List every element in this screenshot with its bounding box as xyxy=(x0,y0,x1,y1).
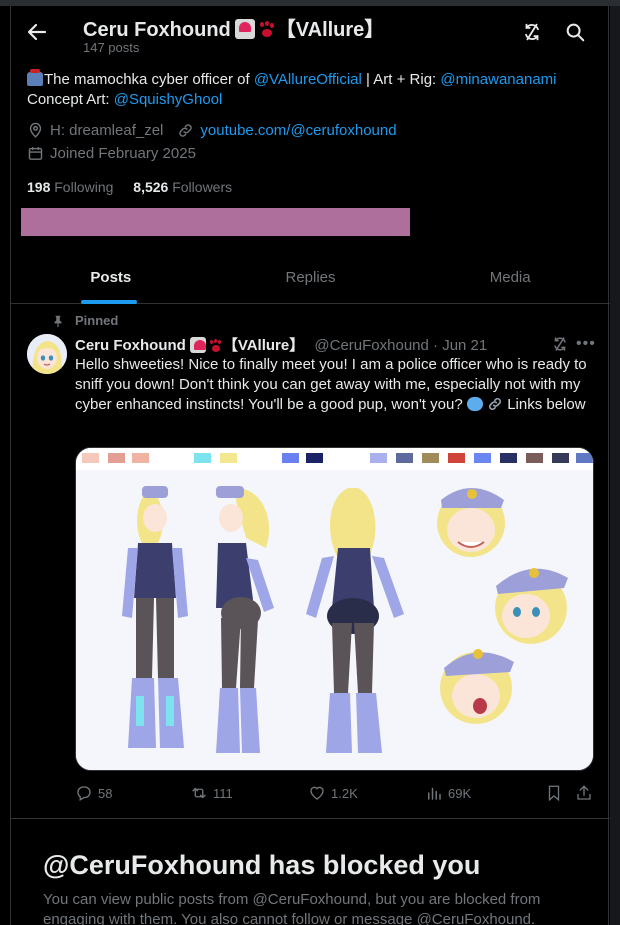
palette-swatch xyxy=(132,453,149,463)
police-car-emoji-icon xyxy=(27,69,43,86)
post-actions: 58 111 1.2K 69K xyxy=(75,784,595,806)
pinned-indicator: Pinned xyxy=(51,313,118,328)
post-author-line: Ceru Foxhound 【VAllure】 @CeruFoxhound · J… xyxy=(75,334,487,355)
mention-vallure-official-link[interactable]: @VAllureOfficial xyxy=(254,71,362,88)
palette-swatch xyxy=(370,453,387,463)
profile-joined-row: Joined February 2025 xyxy=(27,145,196,162)
display-name-suffix: 【VAllure】 xyxy=(275,19,385,41)
bio-line1-mid: | Art + Rig: xyxy=(361,71,441,88)
views-button[interactable]: 69K xyxy=(425,784,471,802)
blocked-notice-title: @CeruFoxhound has blocked you xyxy=(43,850,481,880)
post-media-image[interactable] xyxy=(75,447,594,771)
reply-button[interactable]: 58 xyxy=(75,784,112,802)
share-icon[interactable] xyxy=(575,784,593,802)
following-link[interactable]: 198 Following xyxy=(27,179,113,195)
like-count: 1.2K xyxy=(331,785,358,801)
palette-swatch xyxy=(500,453,517,463)
like-button[interactable]: 1.2K xyxy=(308,784,358,802)
tab-replies[interactable]: Replies xyxy=(211,254,411,303)
post-author-suffix: 【VAllure】 xyxy=(222,337,305,354)
location-pin-icon xyxy=(29,122,42,138)
palette-swatch xyxy=(552,453,569,463)
followers-link[interactable]: 8,526 Followers xyxy=(133,179,232,195)
heart-icon xyxy=(310,786,324,800)
link-icon xyxy=(179,124,193,137)
palette-swatch xyxy=(474,453,491,463)
bio-line2-prefix: Concept Art: xyxy=(27,91,114,108)
palette-swatch xyxy=(448,453,465,463)
sync-icon[interactable] xyxy=(521,21,543,43)
search-icon[interactable] xyxy=(564,21,586,43)
palette-swatch xyxy=(194,453,211,463)
views-bar-chart-icon xyxy=(428,787,441,800)
palette-swatch xyxy=(306,453,323,463)
profile-website-link[interactable]: youtube.com/@cerufoxhound xyxy=(200,122,396,139)
post-text: Hello shweeties! Nice to finally meet yo… xyxy=(75,355,597,415)
palette-swatch xyxy=(82,453,99,463)
tab-posts[interactable]: Posts xyxy=(11,254,211,304)
repost-count: 111 xyxy=(213,785,233,801)
followers-label: Followers xyxy=(168,179,233,195)
palette-swatch xyxy=(396,453,413,463)
palette-swatch xyxy=(220,453,237,463)
palette-swatch xyxy=(108,453,125,463)
mention-minawananami-link[interactable]: @minawananami xyxy=(440,71,556,88)
repost-icon xyxy=(192,787,206,799)
follow-stats: 198 Following 8,526 Followers xyxy=(27,179,232,195)
redaction-bar xyxy=(21,208,410,236)
section-divider xyxy=(11,818,610,819)
calendar-icon xyxy=(28,147,43,160)
avatar-image xyxy=(27,334,67,374)
display-name-text: Ceru Foxhound xyxy=(83,19,231,41)
followers-count: 8,526 xyxy=(133,179,169,195)
profile-tabs: Posts Replies Media xyxy=(11,254,610,304)
profile-joined-date: Joined February 2025 xyxy=(50,145,196,162)
palette-swatch xyxy=(422,453,439,463)
view-count: 69K xyxy=(448,785,472,801)
repost-button[interactable]: 111 xyxy=(190,784,233,802)
profile-header: Ceru Foxhound 【VAllure】 147 posts xyxy=(11,6,610,58)
page-gutter xyxy=(610,6,620,925)
palette-swatch xyxy=(526,453,543,463)
profile-location: H: dreamleaf_zel xyxy=(50,122,164,139)
following-label: Following xyxy=(50,179,114,195)
post-text-tail: Links below xyxy=(507,396,586,413)
mention-squishyghool-link[interactable]: @SquishyGhool xyxy=(114,91,223,108)
siren-emoji-icon xyxy=(189,337,206,353)
pinned-label: Pinned xyxy=(75,313,119,328)
post-date[interactable]: · Jun 21 xyxy=(433,337,487,354)
bio-line1-prefix: The mamochka cyber officer of xyxy=(44,71,254,88)
post-count: 147 posts xyxy=(83,40,140,55)
back-arrow-icon[interactable] xyxy=(25,20,49,44)
link-emoji-icon xyxy=(488,397,502,411)
profile-bio: The mamochka cyber officer of @VAllureOf… xyxy=(27,69,597,110)
bookmark-icon[interactable] xyxy=(545,784,563,802)
palette-swatch xyxy=(576,453,593,463)
reply-icon xyxy=(77,786,91,801)
blue-heart-emoji-icon xyxy=(466,397,483,411)
siren-emoji-icon xyxy=(234,19,255,39)
profile-display-name: Ceru Foxhound 【VAllure】 xyxy=(83,13,384,42)
paw-emoji-icon xyxy=(209,339,223,353)
pin-icon xyxy=(54,315,62,327)
post-sync-icon[interactable] xyxy=(551,335,569,353)
palette-swatch xyxy=(282,453,299,463)
blocked-notice-body: You can view public posts from @CeruFoxh… xyxy=(43,891,541,925)
tab-media[interactable]: Media xyxy=(410,254,610,303)
post-author-handle[interactable]: @CeruFoxhound xyxy=(314,337,428,354)
post-author-name[interactable]: Ceru Foxhound xyxy=(75,337,186,354)
profile-column: Ceru Foxhound 【VAllure】 147 posts The mam… xyxy=(10,6,610,925)
paw-emoji-icon xyxy=(258,21,276,39)
character-reference-sheet-image xyxy=(76,448,593,770)
more-options-icon[interactable]: ••• xyxy=(576,336,596,352)
following-count: 198 xyxy=(27,179,51,195)
reply-count: 58 xyxy=(98,785,113,801)
avatar[interactable] xyxy=(27,334,67,374)
profile-meta-row: H: dreamleaf_zel youtube.com/@cerufoxhou… xyxy=(27,122,397,139)
